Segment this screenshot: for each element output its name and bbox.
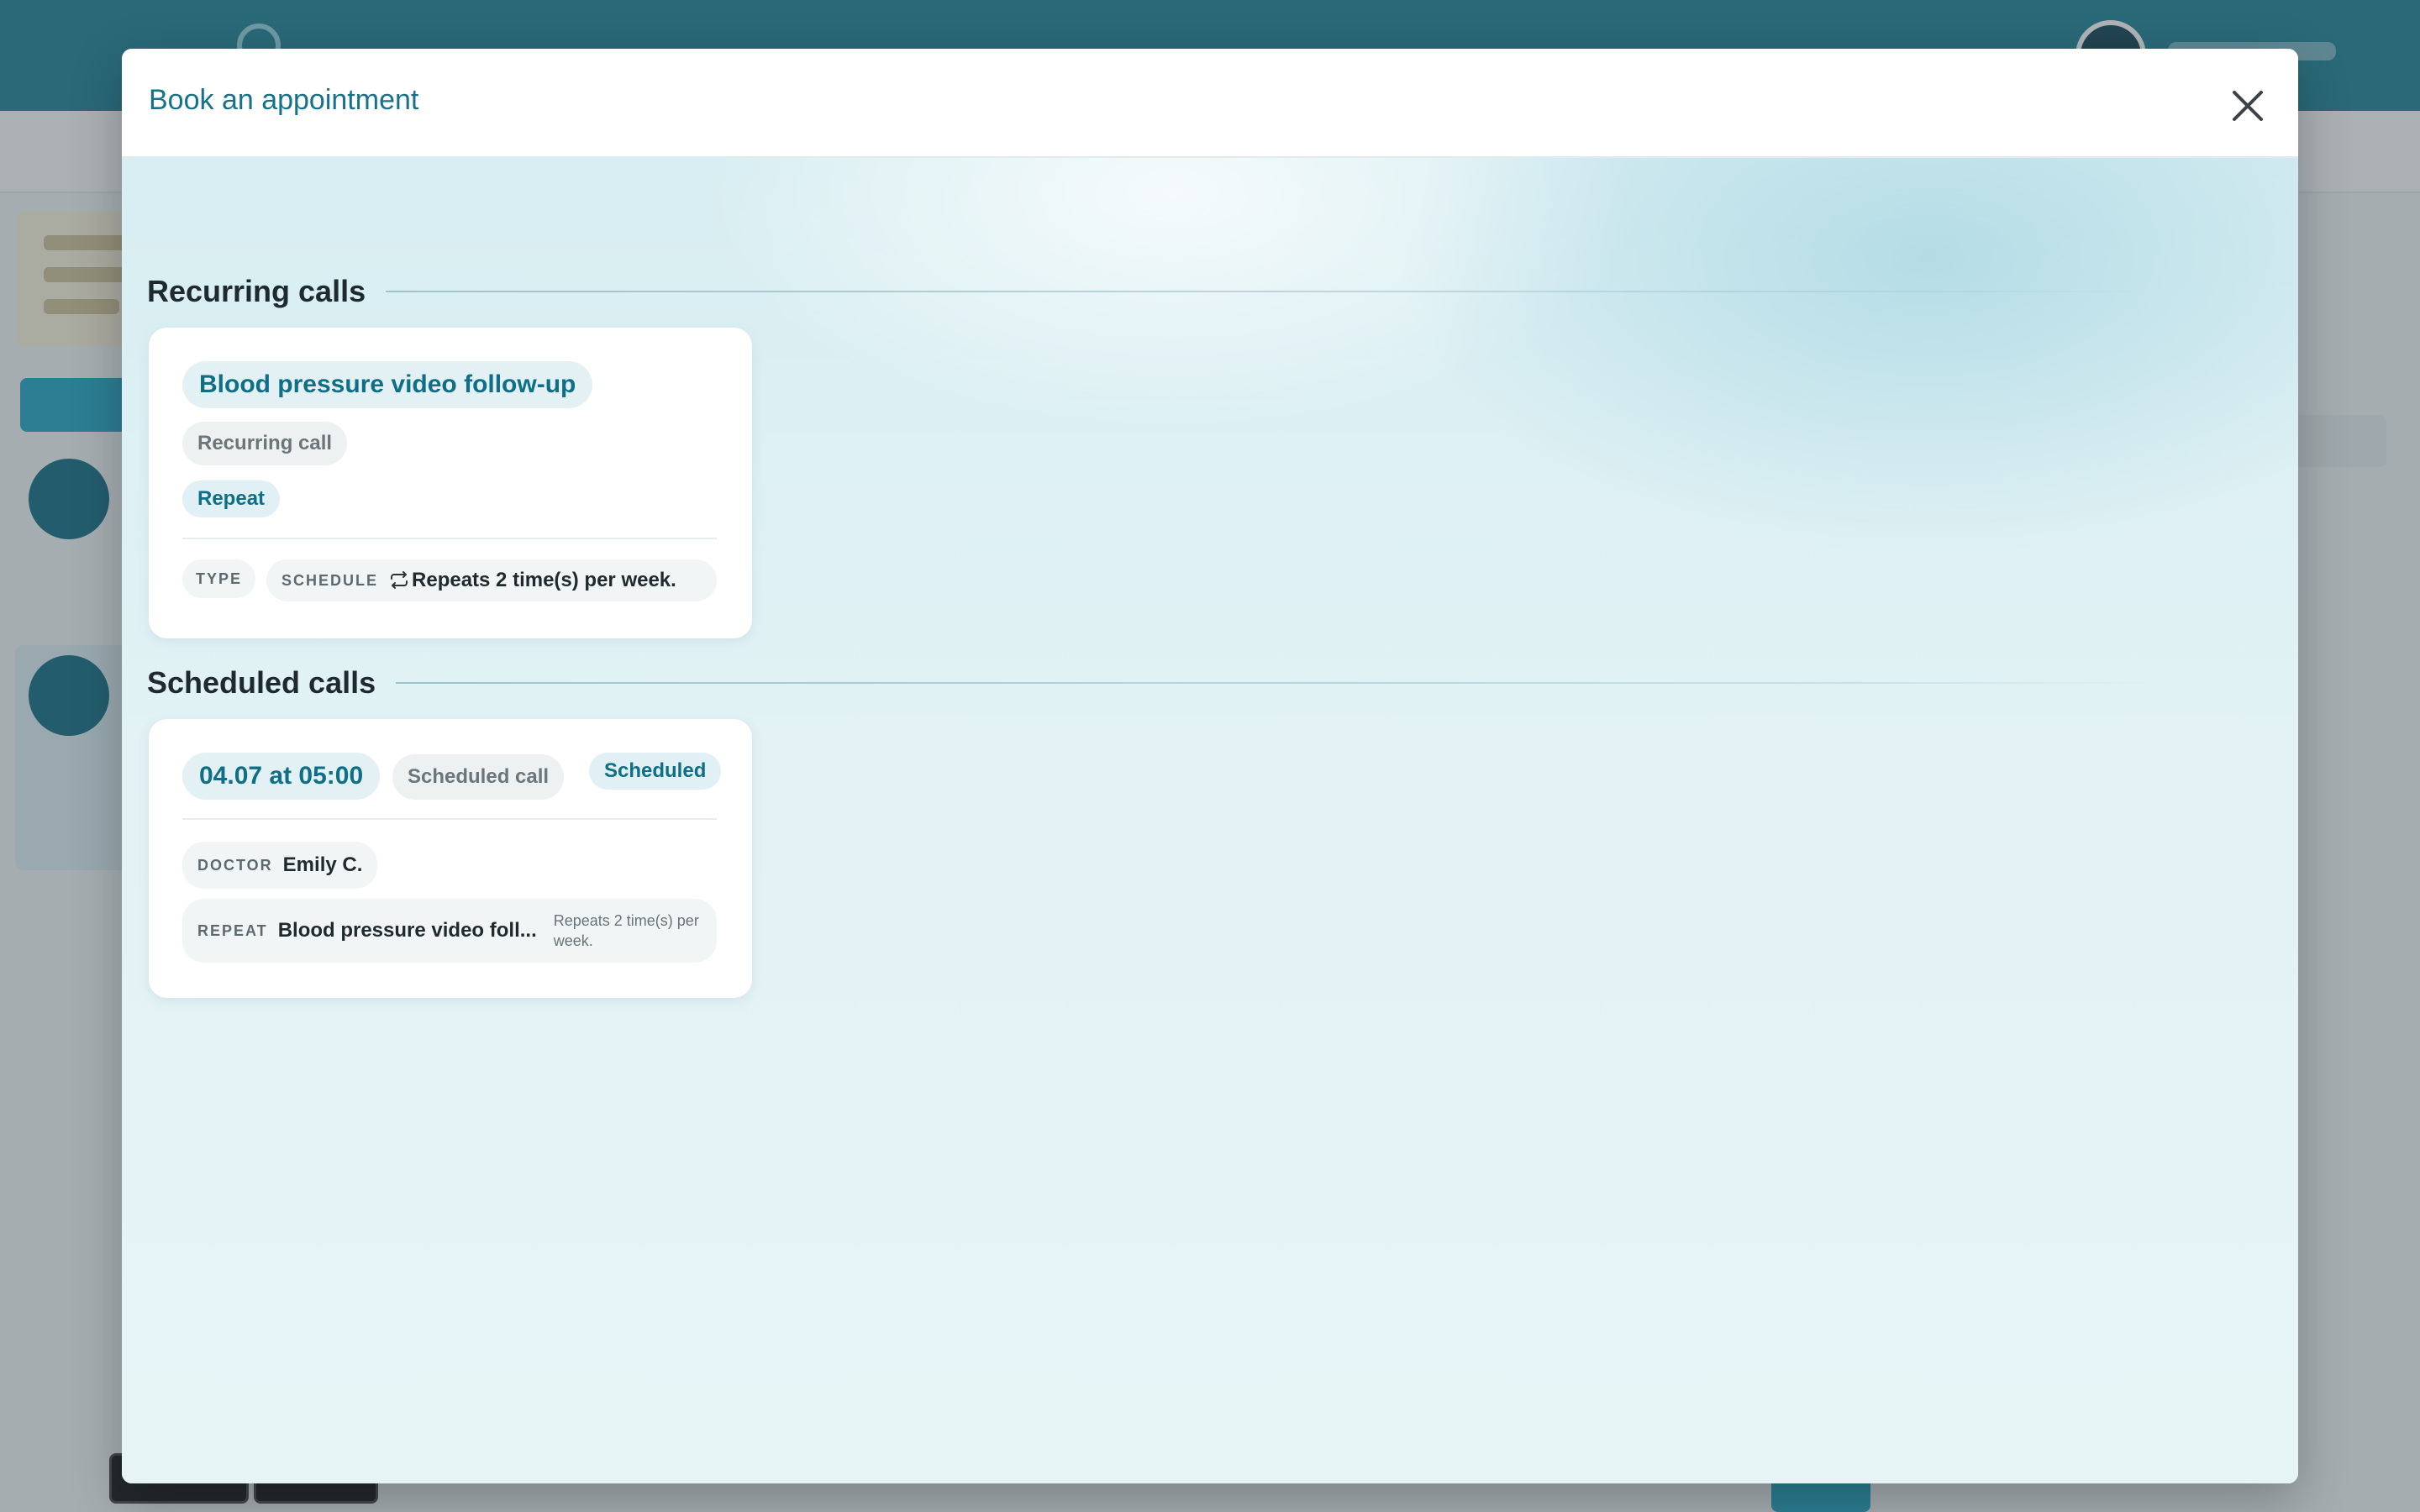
section-title-recurring: Recurring calls <box>147 274 366 308</box>
modal-body: Recurring calls Blood pressure video fol… <box>122 158 2298 1483</box>
recurring-call-card[interactable]: Blood pressure video follow-up Recurring… <box>149 328 752 638</box>
scheduled-section-header: Scheduled calls <box>147 665 2164 701</box>
status-badge: Repeat <box>182 480 281 517</box>
section-title-scheduled: Scheduled calls <box>147 665 376 700</box>
scheduled-call-card[interactable]: 04.07 at 05:00 Scheduled call Scheduled … <box>149 719 752 998</box>
book-appointment-modal: Book an appointment Recurring calls Bloo… <box>122 49 2298 1483</box>
doctor-value: Emily C. <box>282 853 363 876</box>
type-field: TYPE <box>182 559 256 598</box>
section-divider <box>396 682 2164 684</box>
doctor-label: DOCTOR <box>197 856 273 874</box>
schedule-field: SCHEDULE Repeats 2 time(s) per week. <box>266 559 717 601</box>
repeat-field: REPEAT Blood pressure video foll... Repe… <box>182 899 717 963</box>
schedule-label: SCHEDULE <box>281 571 379 589</box>
status-badge: Scheduled <box>589 753 722 790</box>
repeat-label: REPEAT <box>197 921 268 939</box>
modal-header: Book an appointment <box>122 49 2298 158</box>
card-divider <box>182 538 717 539</box>
schedule-value: Repeats 2 time(s) per week. <box>412 569 676 591</box>
recurring-call-title: Blood pressure video follow-up <box>182 361 593 408</box>
close-icon <box>2233 91 2263 121</box>
repeat-value: Blood pressure video foll... <box>277 919 537 942</box>
type-badge: Scheduled call <box>392 754 565 800</box>
type-badge: Recurring call <box>182 422 348 465</box>
scheduled-call-datetime: 04.07 at 05:00 <box>182 753 381 800</box>
repeat-detail: Repeats 2 time(s) per week. <box>553 912 699 949</box>
recurring-section-header: Recurring calls <box>147 274 2164 309</box>
repeat-icon <box>388 571 410 590</box>
card-divider <box>182 818 717 820</box>
modal-title: Book an appointment <box>149 84 419 116</box>
close-button[interactable] <box>2223 81 2273 131</box>
section-divider <box>386 291 2164 292</box>
doctor-field: DOCTOR Emily C. <box>182 842 378 889</box>
type-label: TYPE <box>196 570 243 587</box>
